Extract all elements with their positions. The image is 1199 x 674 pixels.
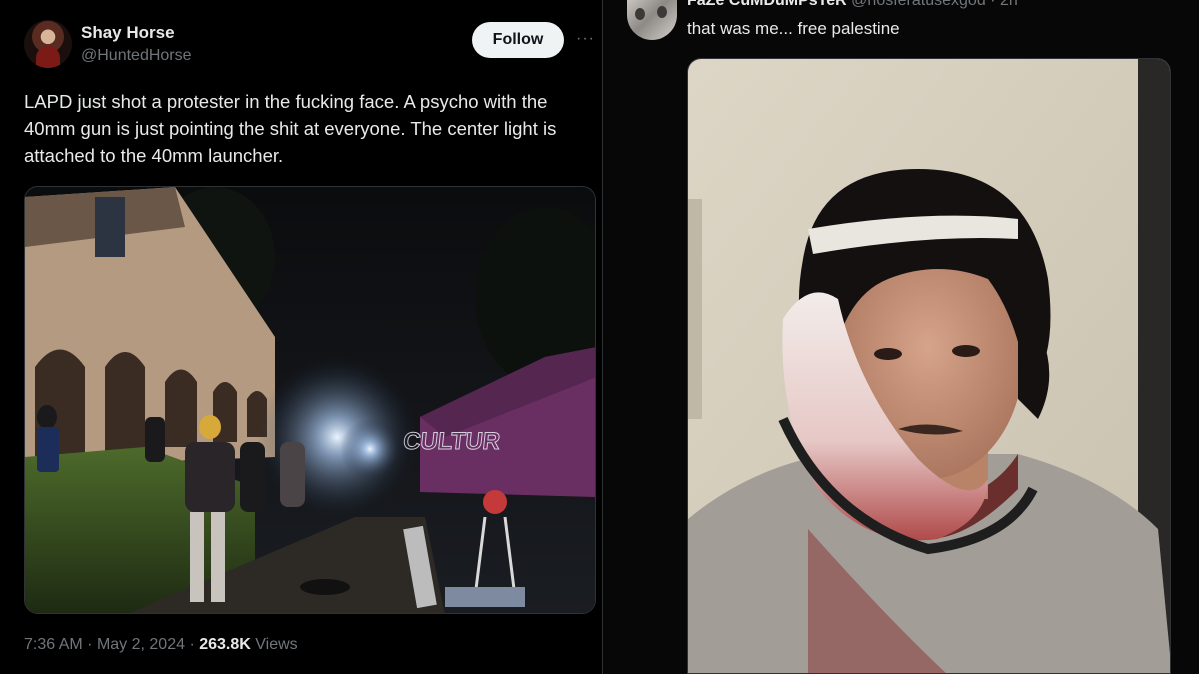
more-horizontal-icon[interactable]: ··· — [576, 30, 595, 48]
tweet-date[interactable]: May 2, 2024 — [97, 636, 185, 653]
reply-text: that was me... free palestine — [687, 19, 900, 38]
author-handle[interactable]: @HuntedHorse — [81, 47, 192, 65]
views-label: Views — [255, 636, 298, 653]
reply-author-avatar[interactable] — [627, 0, 677, 40]
reply-photo[interactable] — [687, 58, 1171, 674]
reply-author-line: FaZe CuMDuMPsTeR @nosferatusexgod · 2h — [687, 0, 1018, 10]
reply-author-name[interactable]: FaZe CuMDuMPsTeR — [687, 0, 847, 9]
views-count: 263.8K — [199, 636, 251, 653]
tweet-meta: 7:36 AM · May 2, 2024 · 263.8K Views — [24, 636, 298, 653]
author-name[interactable]: Shay Horse — [81, 23, 175, 43]
tweet-time[interactable]: 7:36 AM — [24, 636, 83, 653]
author-avatar[interactable] — [24, 20, 72, 68]
tweet-text: LAPD just shot a protester in the fuckin… — [24, 91, 557, 166]
left-tweet: Shay Horse @HuntedHorse Follow ··· LAPD … — [0, 0, 603, 674]
follow-button[interactable]: Follow — [472, 22, 564, 58]
right-tweet: FaZe CuMDuMPsTeR @nosferatusexgod · 2h t… — [603, 0, 1199, 674]
reply-time-ago[interactable]: 2h — [1000, 0, 1018, 9]
tweet-photo[interactable]: CULTUR — [24, 186, 596, 614]
reply-author-handle[interactable]: @nosferatusexgod — [851, 0, 986, 9]
